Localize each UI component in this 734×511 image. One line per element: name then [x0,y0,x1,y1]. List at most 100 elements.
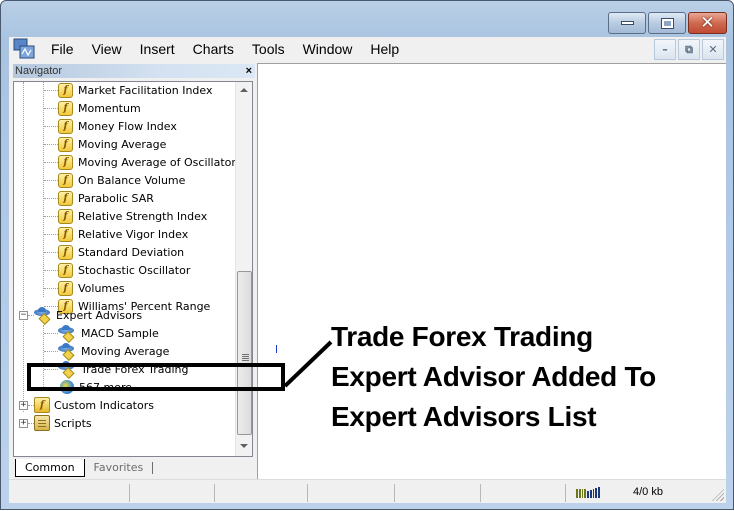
tree-item-label: Momentum [78,101,141,115]
indicator-function-icon: f [58,154,73,170]
tree-item-indicator[interactable]: f Standard Deviation [44,243,184,261]
indicator-function-icon: f [58,82,73,98]
expert-advisor-icon [34,307,52,326]
tree-item-label: Moving Average of Oscillator [78,155,236,169]
expand-icon[interactable]: + [19,400,28,410]
tree-item-label: Moving Average [78,137,167,151]
tree-node-label: Custom Indicators [54,398,154,412]
tree-item-label: Trade Forex Trading [81,362,189,376]
tree-item-indicator[interactable]: f Relative Vigor Index [44,225,188,243]
close-button[interactable]: ✕ [688,12,727,34]
indicator-function-icon: f [58,226,73,242]
mdi-buttons: – ⧉ ✕ [654,39,724,60]
menu-help[interactable]: Help [361,41,408,57]
status-separator [480,484,481,502]
tree-guide-line [23,82,24,412]
grip-icon [242,354,249,355]
annotation-line: Expert Advisor Added To [331,361,656,392]
annotation-caption: Trade Forex Trading Expert Advisor Added… [331,317,731,437]
annotation-line: Trade Forex Trading [331,321,593,352]
tree-item-label: Relative Vigor Index [78,227,189,241]
tree-item-label: On Balance Volume [78,173,186,187]
navigator-tree: f Market Facilitation Index f Momentum f Mone… [13,81,253,457]
app-logo-icon[interactable] [13,38,35,60]
tree-node-expert-advisors[interactable]: − Expert Advisors [19,306,143,326]
tree-item-label: Market Facilitation Index [78,83,213,97]
app-window: ✕ File View Insert Charts Tools Window H… [0,0,734,510]
tree-item-label: Relative Strength Index [78,209,208,223]
tree-item-indicator[interactable]: f Money Flow Index [44,117,177,135]
menu-insert[interactable]: Insert [131,41,184,57]
scrollbar-thumb[interactable] [237,271,252,435]
menu-tools[interactable]: Tools [243,41,294,57]
indicator-function-icon: f [58,244,73,260]
tree-item-indicator[interactable]: f Volumes [44,279,125,297]
tree-item-indicator[interactable]: f Moving Average [44,135,166,153]
tree-node-scripts[interactable]: + Scripts [19,414,92,432]
tree-item-indicator[interactable]: f Stochastic Oscillator [44,261,190,279]
expert-advisor-icon [58,361,76,380]
status-separator [129,484,130,502]
expert-advisor-icon [58,343,76,362]
expand-icon[interactable]: + [19,418,28,428]
indicator-function-icon: f [58,208,73,224]
close-icon: ✕ [700,12,715,33]
connection-signal-icon [576,487,601,498]
tree-item-indicator[interactable]: f Moving Average of Oscillator [44,153,236,171]
navigator-panel: Navigator × f Market Facilitation Index f M… [11,63,257,479]
tree-item-label: Volumes [78,281,125,295]
navigator-header: Navigator × [13,64,255,78]
tree-item-label: 567 more... [79,380,143,394]
tree-item-label: Standard Deviation [78,245,185,259]
maximize-button[interactable] [648,12,686,34]
script-icon [34,415,50,431]
tree-item-indicator[interactable]: f Momentum [44,99,141,117]
mdi-restore-button[interactable]: ⧉ [678,39,700,60]
navigator-title: Navigator [15,65,63,77]
tab-common[interactable]: Common [15,459,85,477]
navigator-close-button[interactable]: × [246,64,252,78]
globe-icon [60,380,74,394]
tree-item-indicator[interactable]: f Parabolic SAR [44,189,154,207]
status-separator [307,484,308,502]
indicator-function-icon: f [58,136,73,152]
tree-node-label: Expert Advisors [56,308,143,322]
tree-item-label: Moving Average [81,344,170,358]
tree-node-custom-indicators[interactable]: + f Custom Indicators [19,396,154,414]
tab-favorites[interactable]: Favorites [85,462,154,474]
tree-item-label: Parabolic SAR [78,191,154,205]
expert-advisor-icon [58,325,76,344]
minimize-button[interactable] [608,12,646,34]
indicator-function-icon: f [58,118,73,134]
menu-file[interactable]: File [42,41,83,57]
resize-grip-icon[interactable] [712,489,724,501]
tree-item-ea[interactable]: MACD Sample [44,324,159,344]
scroll-up-icon[interactable] [240,88,248,92]
tree-item-ea[interactable]: Moving Average [44,342,170,362]
mdi-close-button[interactable]: ✕ [702,39,724,60]
scroll-down-icon[interactable] [240,444,248,448]
tree-item-label: Stochastic Oscillator [78,263,191,277]
tree-item-label: MACD Sample [81,326,159,340]
collapse-icon[interactable]: − [19,310,28,320]
tree-item-indicator[interactable]: f Relative Strength Index [44,207,207,225]
menu-view[interactable]: View [83,41,131,57]
tree-item-more[interactable]: 567 more... [44,378,142,396]
menubar: File View Insert Charts Tools Window Hel… [9,37,726,61]
mdi-minimize-button[interactable]: – [654,39,676,60]
tree-node-label: Scripts [54,416,92,430]
navigator-scrollbar[interactable] [235,82,252,456]
indicator-function-icon: f [58,190,73,206]
indicator-function-icon: f [58,262,73,278]
tree-item-indicator[interactable]: f Market Facilitation Index [44,82,213,99]
status-separator [565,484,566,502]
indicator-function-icon: f [58,172,73,188]
indicator-function-icon: f [58,100,73,116]
tree-item-indicator[interactable]: f On Balance Volume [44,171,185,189]
menu-window[interactable]: Window [294,41,362,57]
menu-items: File View Insert Charts Tools Window Hel… [42,41,408,57]
tree-item-ea-trade-forex-trading[interactable]: Trade Forex Trading [44,360,189,380]
status-separator [214,484,215,502]
minimize-icon [620,21,634,25]
menu-charts[interactable]: Charts [184,41,243,57]
